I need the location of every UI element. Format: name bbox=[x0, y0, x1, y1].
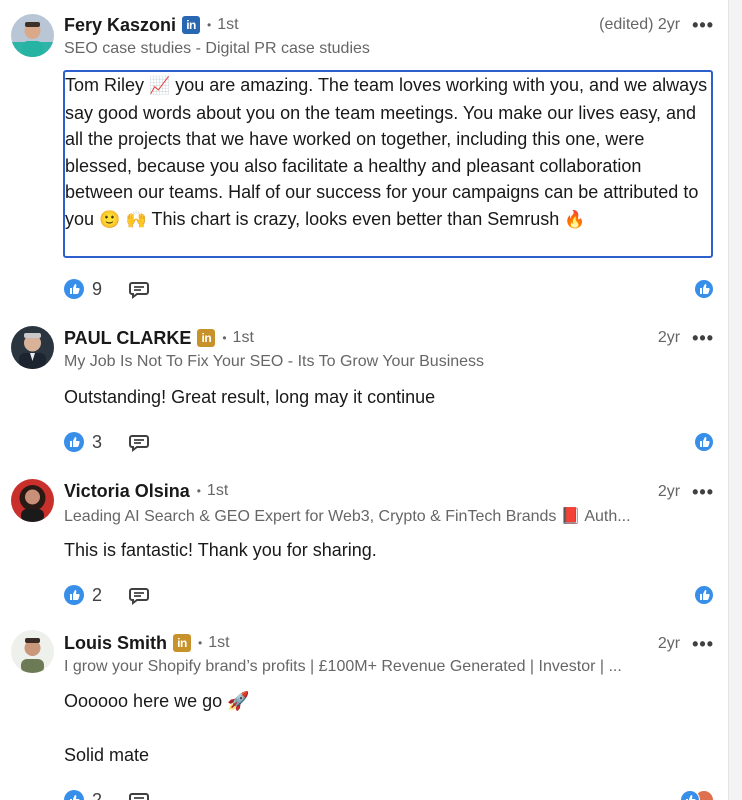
comment-time: 2yr bbox=[657, 635, 681, 652]
connection-degree: 1st bbox=[206, 482, 229, 499]
more-options-icon[interactable]: ••• bbox=[692, 483, 714, 501]
comment-item: Fery Kaszoni in • 1st (edited) 2yr ••• S… bbox=[0, 0, 728, 310]
like-reaction-icon[interactable] bbox=[694, 585, 714, 605]
more-options-icon[interactable]: ••• bbox=[692, 16, 714, 34]
author-headline: Leading AI Search & GEO Expert for Web3,… bbox=[64, 508, 631, 525]
reaction-count[interactable]: 9 bbox=[92, 279, 102, 300]
like-reaction-icon[interactable] bbox=[64, 790, 84, 800]
like-reaction-icon[interactable] bbox=[64, 585, 84, 605]
reply-comment-icon[interactable] bbox=[128, 278, 150, 300]
comment-text: This chart is crazy, looks even better t… bbox=[146, 208, 565, 229]
comment-actions: 2 bbox=[64, 583, 150, 607]
avatar[interactable] bbox=[11, 479, 54, 522]
like-reaction-icon[interactable] bbox=[64, 432, 84, 452]
like-reaction-icon[interactable] bbox=[64, 279, 84, 299]
separator-dot: • bbox=[207, 18, 212, 32]
comment-item: Louis Smith in • 1st 2yr ••• I grow your… bbox=[0, 614, 728, 800]
author-name[interactable]: PAUL CLARKE bbox=[64, 328, 191, 349]
comment-meta: 2yr ••• bbox=[658, 481, 714, 503]
author-row: Louis Smith in • 1st bbox=[64, 632, 230, 654]
author-row: Fery Kaszoni in • 1st bbox=[64, 14, 239, 36]
comment-text: you are amazing. The team loves working … bbox=[65, 75, 708, 229]
reply-comment-icon[interactable] bbox=[128, 584, 150, 606]
author-name[interactable]: Fery Kaszoni bbox=[64, 15, 176, 36]
separator-dot: • bbox=[198, 636, 203, 650]
like-love-reactions-icon[interactable] bbox=[680, 790, 714, 800]
author-headline: I grow your Shopify brand’s profits | £1… bbox=[64, 658, 622, 675]
comment-meta: (edited) 2yr ••• bbox=[599, 14, 714, 36]
author-headline: My Job Is Not To Fix Your SEO - Its To G… bbox=[64, 353, 485, 370]
reply-comment-icon[interactable] bbox=[128, 789, 150, 800]
avatar[interactable] bbox=[11, 630, 54, 673]
author-row: PAUL CLARKE in • 1st bbox=[64, 327, 254, 349]
comment-meta: 2yr ••• bbox=[658, 327, 714, 349]
comment-actions: 2 bbox=[64, 788, 150, 800]
comment-item: PAUL CLARKE in • 1st 2yr ••• My Job Is N… bbox=[0, 310, 728, 462]
comment-time: 2yr bbox=[657, 483, 681, 500]
more-options-icon[interactable]: ••• bbox=[692, 635, 714, 653]
comment-text: Outstanding! Great result, long may it c… bbox=[64, 387, 436, 407]
comment-text: Solid mate bbox=[64, 745, 150, 765]
comment-text: Tom Riley bbox=[65, 75, 150, 95]
linkedin-icon: in bbox=[173, 634, 191, 652]
connection-degree: 1st bbox=[217, 16, 239, 33]
comment-actions: 3 bbox=[64, 430, 150, 454]
comment-item: Victoria Olsina • 1st 2yr ••• Leading AI… bbox=[0, 462, 728, 614]
separator-dot: • bbox=[222, 331, 227, 345]
reaction-count[interactable]: 2 bbox=[92, 585, 102, 606]
reaction-count[interactable]: 3 bbox=[92, 432, 102, 453]
comment-actions: 9 bbox=[64, 277, 150, 301]
like-reaction-icon[interactable] bbox=[694, 432, 714, 452]
comment-time: (edited) 2yr bbox=[599, 16, 681, 33]
connection-degree: 1st bbox=[208, 634, 230, 651]
author-headline: SEO case studies - Digital PR case studi… bbox=[64, 40, 370, 57]
author-name[interactable]: Louis Smith bbox=[64, 633, 167, 654]
linkedin-icon: in bbox=[197, 329, 216, 347]
comment-meta: 2yr ••• bbox=[658, 633, 714, 655]
comment-text: This is fantastic! Thank you for sharing… bbox=[64, 540, 377, 560]
reaction-count[interactable]: 2 bbox=[92, 790, 102, 800]
comment-edit-field[interactable]: Tom Riley 📈 you are amazing. The team lo… bbox=[63, 70, 713, 258]
connection-degree: 1st bbox=[232, 329, 254, 346]
author-name[interactable]: Victoria Olsina bbox=[64, 481, 190, 502]
fire-emoji: 🔥 bbox=[564, 209, 586, 230]
scrollbar[interactable] bbox=[728, 0, 742, 800]
like-reaction-icon[interactable] bbox=[694, 279, 714, 299]
comments-feed: Fery Kaszoni in • 1st (edited) 2yr ••• S… bbox=[0, 0, 728, 800]
linkedin-icon: in bbox=[182, 16, 201, 34]
comment-time: 2yr bbox=[657, 329, 681, 346]
avatar[interactable] bbox=[11, 14, 54, 57]
avatar[interactable] bbox=[11, 326, 54, 369]
smile-raise-hands-emoji: 🙂 🙌 bbox=[99, 209, 147, 230]
author-row: Victoria Olsina • 1st bbox=[64, 480, 228, 502]
reply-comment-icon[interactable] bbox=[128, 431, 150, 453]
more-options-icon[interactable]: ••• bbox=[692, 329, 714, 347]
chart-emoji: 📈 bbox=[149, 76, 171, 96]
separator-dot: • bbox=[196, 484, 201, 498]
comment-text: Oooooo here we go 🚀 bbox=[64, 691, 250, 711]
